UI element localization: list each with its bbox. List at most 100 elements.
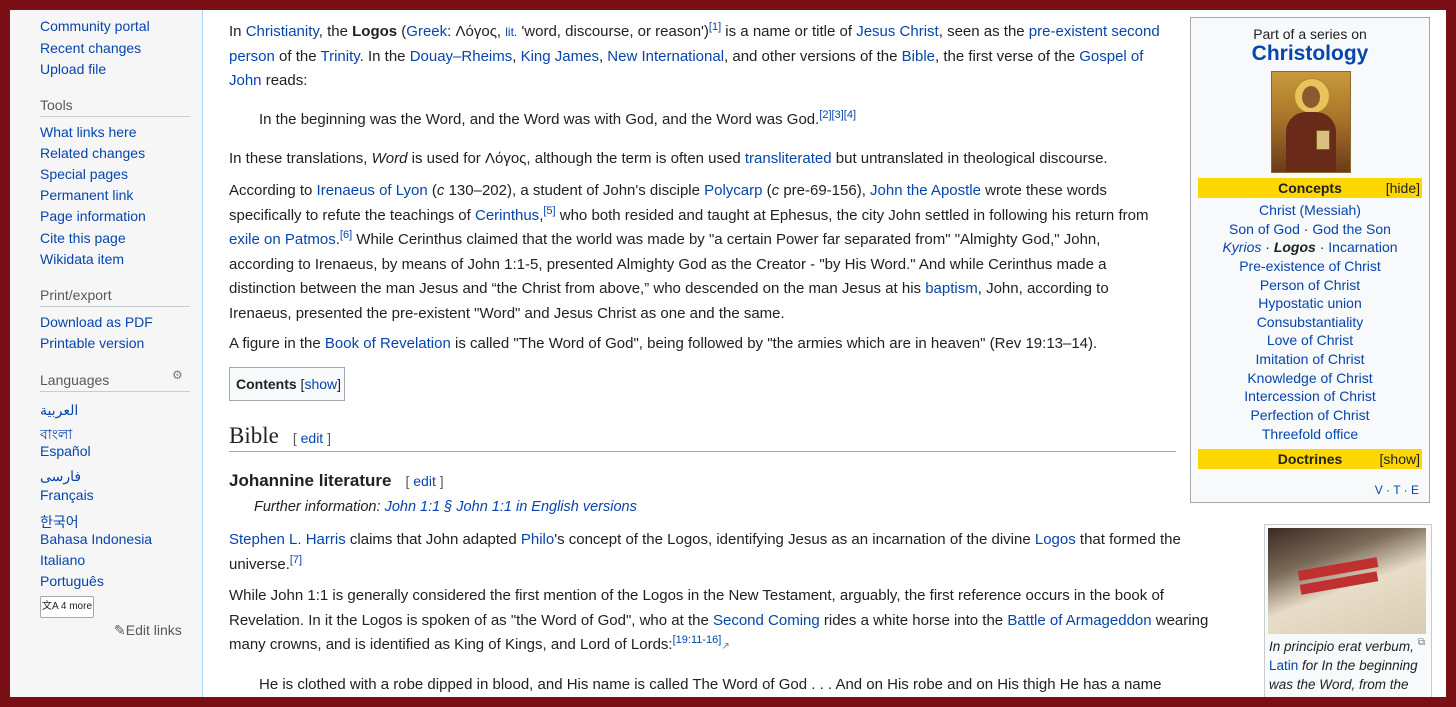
link[interactable]: Latin — [1269, 658, 1298, 673]
link[interactable]: Irenaeus of Lyon — [317, 182, 428, 199]
infobox-item[interactable]: Consubstantiality — [1191, 314, 1429, 330]
link[interactable]: Logos — [1035, 531, 1076, 548]
doctrines-header: Doctrines [show] — [1198, 449, 1422, 469]
concepts-header: Concepts [hide] — [1198, 178, 1422, 198]
hide-toggle[interactable]: [hide] — [1386, 178, 1420, 198]
link[interactable]: Trinity — [320, 48, 359, 65]
lang-persian[interactable]: فارسی — [40, 468, 81, 485]
edit-section-link[interactable]: edit — [413, 473, 436, 489]
toc-show-link[interactable]: show — [304, 376, 337, 392]
sidebar-related-changes[interactable]: Related changes — [40, 145, 145, 161]
infobox-item[interactable]: Love of Christ — [1191, 332, 1429, 348]
link[interactable]: transliterated — [745, 150, 832, 167]
sidebar-special-pages[interactable]: Special pages — [40, 166, 128, 182]
sidebar-permanent-link[interactable]: Permanent link — [40, 187, 133, 203]
hatnote: Further information: John 1:1 § John 1:1… — [254, 499, 637, 515]
paragraph: Stephen L. Harris claims that John adapt… — [229, 531, 1181, 573]
translate-icon: 文A — [41, 601, 61, 612]
link[interactable]: Son of God — [1229, 221, 1300, 237]
infobox-item[interactable]: Perfection of Christ — [1191, 407, 1429, 423]
divider — [40, 391, 190, 392]
infobox-item[interactable]: Christ (Messiah) — [1191, 202, 1429, 218]
article-content: In Christianity, the Logos (Greek: Λόγος… — [202, 10, 1446, 697]
sidebar-download-pdf[interactable]: Download as PDF — [40, 314, 153, 330]
sidebar-printable-version[interactable]: Printable version — [40, 335, 144, 351]
vulgate-page-image[interactable] — [1268, 528, 1426, 634]
infobox-item[interactable]: Person of Christ — [1191, 277, 1429, 293]
link[interactable]: King James — [521, 48, 599, 65]
edit-links[interactable]: ✎Edit links — [114, 622, 182, 639]
tools-heading: Tools — [40, 97, 73, 113]
link[interactable]: baptism — [925, 280, 978, 297]
lang-italian[interactable]: Italiano — [40, 552, 85, 568]
sidebar-what-links-here[interactable]: What links here — [40, 124, 136, 140]
show-toggle[interactable]: [show] — [1380, 449, 1420, 469]
section-heading: Bible[ edit ] — [229, 423, 1176, 452]
ref-2-3-4[interactable]: [2][3][4] — [819, 109, 856, 121]
infobox-item[interactable]: Imitation of Christ — [1191, 351, 1429, 367]
sidebar-cite-this-page[interactable]: Cite this page — [40, 230, 126, 246]
lang-portuguese[interactable]: Português — [40, 573, 104, 589]
infobox-item[interactable]: Knowledge of Christ — [1191, 370, 1429, 386]
link[interactable]: John the Apostle — [870, 182, 981, 199]
link[interactable]: exile on Patmos — [229, 231, 336, 248]
infobox-item[interactable]: Threefold office — [1191, 426, 1429, 442]
lang-arabic[interactable]: العربية — [40, 402, 78, 419]
sidebar-wikidata-item[interactable]: Wikidata item — [40, 251, 124, 267]
more-languages-button[interactable]: 文A 4 more — [40, 596, 94, 618]
hatnote-link[interactable]: John 1:1 § John 1:1 in English versions — [385, 499, 637, 515]
ref-5[interactable]: [5] — [543, 205, 555, 217]
link[interactable]: Christianity — [246, 23, 319, 40]
edit-section-link[interactable]: edit — [301, 430, 324, 446]
pencil-icon: ✎ — [114, 622, 126, 638]
link[interactable]: Polycarp — [704, 182, 762, 199]
sidebar-upload-file[interactable]: Upload file — [40, 61, 106, 77]
divider — [40, 306, 190, 307]
lang-indonesian[interactable]: Bahasa Indonesia — [40, 531, 152, 547]
lang-spanish[interactable]: Español — [40, 443, 91, 459]
link[interactable]: Cerinthus — [475, 207, 539, 224]
sidebar-page-information[interactable]: Page information — [40, 208, 146, 224]
link[interactable]: Philo — [521, 531, 554, 548]
browser-page: Community portal Recent changes Upload f… — [10, 10, 1446, 697]
gear-icon[interactable]: ⚙ — [172, 368, 183, 382]
sidebar-recent-changes[interactable]: Recent changes — [40, 40, 141, 56]
link[interactable]: Stephen L. Harris — [229, 531, 346, 548]
table-of-contents: Contents [show] — [229, 367, 345, 401]
infobox-item[interactable]: Intercession of Christ — [1191, 388, 1429, 404]
divider — [40, 116, 190, 117]
infobox-title[interactable]: Christology — [1191, 42, 1429, 66]
link[interactable]: Kyrios — [1222, 239, 1261, 255]
print-export-heading: Print/export — [40, 287, 112, 303]
paragraph: A figure in the Book of Revelation is ca… — [229, 335, 1098, 352]
ref-7[interactable]: [7] — [290, 554, 302, 566]
link[interactable]: Bible — [902, 48, 935, 65]
infobox-item[interactable]: Hypostatic union — [1191, 295, 1429, 311]
link[interactable]: Book of Revelation — [325, 335, 451, 352]
link[interactable]: Battle of Armageddon — [1007, 612, 1151, 629]
infobox: Part of a series on Christology Concepts… — [1190, 17, 1430, 503]
link[interactable]: Second Coming — [713, 612, 820, 629]
link[interactable]: lit. — [505, 25, 517, 39]
infobox-item[interactable]: Pre-existence of Christ — [1191, 258, 1429, 274]
languages-heading: Languages — [40, 372, 110, 388]
paragraph: While John 1:1 is generally considered t… — [229, 587, 1209, 653]
link[interactable]: Douay–Rheims — [410, 48, 513, 65]
christ-icon-image[interactable] — [1271, 71, 1351, 173]
lang-french[interactable]: Français — [40, 487, 94, 503]
link[interactable]: New International — [607, 48, 724, 65]
blockquote: In the beginning was the Word, and the W… — [259, 109, 857, 129]
ref-19[interactable]: [19:11-16] — [673, 634, 722, 646]
link[interactable]: God the Son — [1312, 221, 1391, 237]
link[interactable]: Greek — [406, 23, 447, 40]
lang-korean[interactable]: 한국어 — [40, 512, 79, 532]
ref-1[interactable]: [1] — [709, 21, 721, 33]
vte-links[interactable]: V · T · E — [1375, 483, 1419, 497]
ref-6[interactable]: [6] — [340, 229, 352, 241]
toc-title: Contents — [236, 376, 297, 392]
link[interactable]: Jesus Christ — [856, 23, 939, 40]
sidebar-community-portal[interactable]: Community portal — [40, 18, 150, 34]
external-link-icon: ↗ — [721, 641, 730, 652]
link[interactable]: Incarnation — [1328, 239, 1397, 255]
sidebar: Community portal Recent changes Upload f… — [10, 10, 202, 697]
